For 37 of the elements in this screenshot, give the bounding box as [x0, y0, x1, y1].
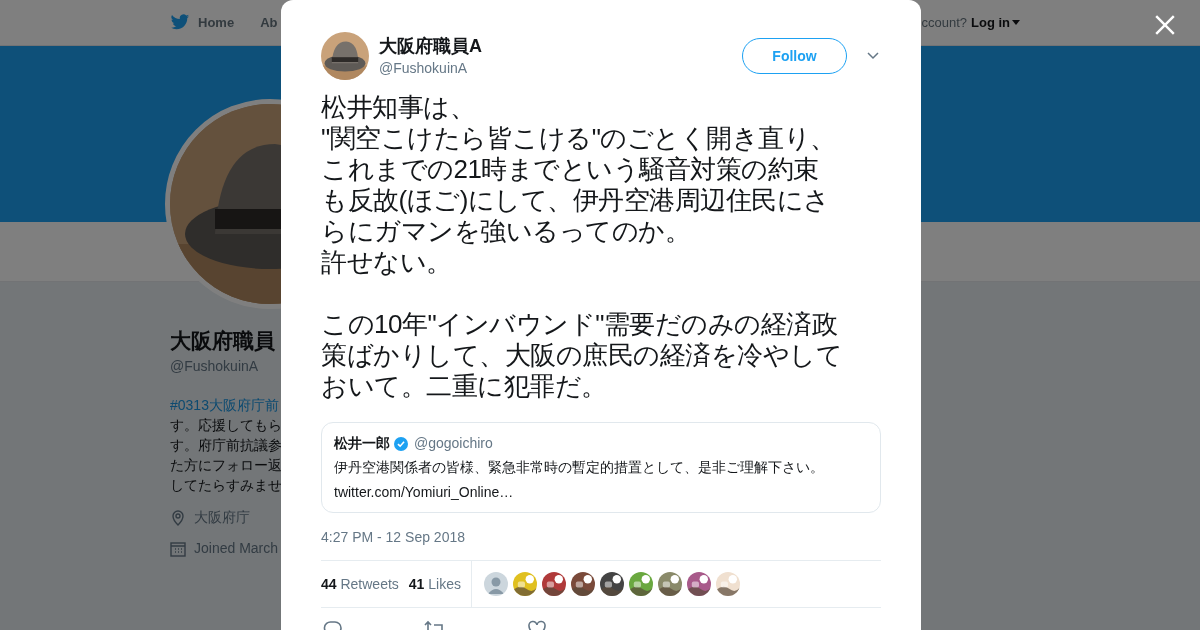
author-handle: @FushokuinA — [379, 58, 469, 78]
quoted-link[interactable]: twitter.com/Yomiuri_Online… — [334, 482, 868, 502]
author-name: 大阪府職員A — [379, 34, 483, 58]
tweet-text: 策ばかりして、大阪の庶民の経済を冷やして — [321, 340, 843, 371]
bio-text: す。府庁前抗議参 — [170, 436, 282, 455]
tweet-text: この10年"インバウンド"需要だのみの経済政 — [321, 309, 839, 340]
profile-name: 大阪府職員 — [170, 328, 276, 354]
location-text: 大阪府庁 — [194, 508, 250, 527]
chevron-down-icon[interactable] — [867, 52, 879, 60]
tweet-timestamp: 4:27 PM - 12 Sep 2018 — [321, 528, 466, 547]
tweet-text: 松井知事は、 — [321, 92, 476, 123]
quoted-tweet-card[interactable]: 松井一郎 @gogoichiro 伊丹空港関係者の皆様、緊急非常時の暫定的措置として、是非ご理解下さい。 twitter.com/Yomiuri_Online… — [321, 422, 881, 513]
bird-icon — [170, 14, 190, 31]
quoted-author-handle: @gogoichiro — [414, 434, 493, 453]
joined-date: Joined March — [194, 539, 279, 558]
bio-text: た方にフォロー返 — [170, 456, 282, 475]
stat-link[interactable]: 44 Retweets — [321, 573, 399, 595]
calendar-icon — [170, 540, 186, 557]
close-icon — [1154, 14, 1176, 36]
profile-handle: @FushokuinA — [170, 357, 260, 376]
bio-text: してたらすみませ — [170, 476, 282, 495]
tweet-text: らにガマンを強いるってのか。 — [321, 216, 691, 247]
location-pin-icon — [170, 509, 186, 526]
tweet-text: "関空こけたら皆こける"のごとく開き直り、 — [321, 123, 837, 154]
stat-link[interactable]: 41 Likes — [408, 573, 461, 595]
login-link[interactable]: Log in — [971, 12, 1020, 33]
avatar-icon[interactable] — [484, 572, 508, 596]
caret-icon — [1012, 20, 1020, 25]
quoted-author-name: 松井一郎 — [334, 434, 390, 453]
tweet-text: おいて。二重に犯罪だ。 — [321, 371, 608, 402]
tweet-text: 許せない。 — [321, 247, 453, 278]
bio-text: す。応援してもら — [170, 416, 282, 435]
tweet-text: も反故(ほご)にして、伊丹空港周辺住民にさ — [321, 185, 831, 216]
account-prompt: ccount? — [921, 13, 967, 32]
quoted-text: 伊丹空港関係者の皆様、緊急非常時の暫定的措置として、是非ご理解下さい。 — [334, 459, 825, 477]
bio-text: #0313大阪府庁前 — [170, 396, 280, 415]
tweet-text: これまでの21時までという騒音対策の約束 — [321, 154, 820, 185]
